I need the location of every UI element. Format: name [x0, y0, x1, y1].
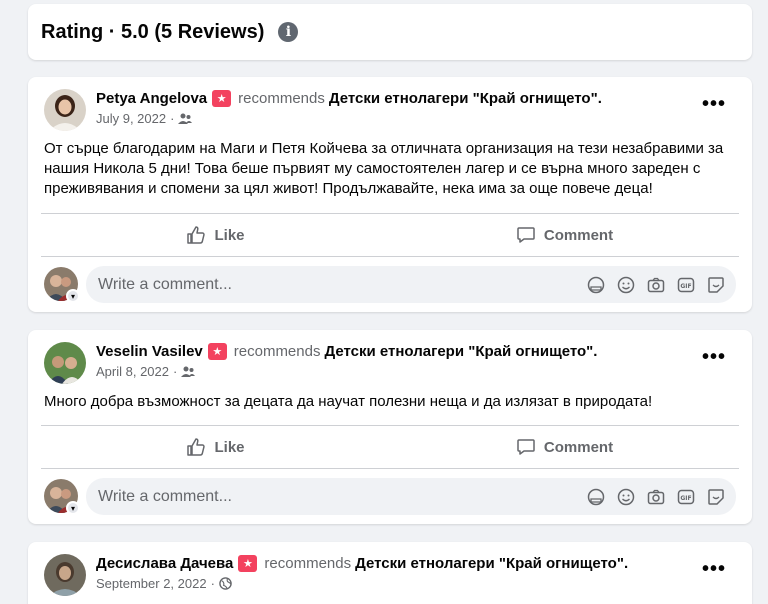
sticker-icon[interactable]: [706, 275, 726, 295]
chevron-down-icon[interactable]: ▾: [66, 501, 80, 515]
comment-label: Comment: [543, 226, 614, 244]
avatar-sticker-icon[interactable]: [586, 487, 606, 507]
action-bar: Like Comment: [41, 214, 739, 256]
review-headline: Десислава Дачева ★ recommends Детски етн…: [96, 555, 628, 572]
page-name-link[interactable]: Детски етнолагери "Край огнището".: [329, 90, 602, 107]
page-name-link[interactable]: Детски етнолагери "Край огнището".: [355, 555, 628, 572]
svg-text:GIF: GIF: [680, 283, 691, 290]
comment-button[interactable]: Comment: [390, 214, 739, 256]
review-meta: September 2, 2022 ·: [96, 576, 232, 591]
comment-label: Comment: [543, 438, 614, 456]
page-name-link[interactable]: Детски етнолагери "Край огнището".: [324, 343, 597, 360]
comment-input[interactable]: Write a comment... GIF: [86, 266, 736, 303]
comment-tools: GIF: [586, 487, 736, 507]
more-options-icon[interactable]: •••: [702, 559, 726, 579]
avatar-sticker-icon[interactable]: [586, 275, 606, 295]
more-options-icon[interactable]: •••: [702, 347, 726, 367]
comment-bubble-icon: [517, 439, 535, 455]
comment-composer: ▾ Write a comment... GIF: [28, 257, 752, 313]
review-headline: Petya Angelova ★ recommends Детски етнол…: [96, 90, 602, 107]
recommend-star-icon: ★: [207, 343, 227, 360]
thumbs-up-icon: [187, 226, 206, 244]
chevron-down-icon[interactable]: ▾: [66, 289, 80, 303]
comment-button[interactable]: Comment: [390, 426, 739, 468]
like-label: Like: [214, 438, 245, 456]
comment-bubble-icon: [517, 227, 535, 243]
rating-header: Rating · 5.0 (5 Reviews) i: [28, 4, 752, 60]
review-headline: Veselin Vasilev ★ recommends Детски етно…: [96, 343, 597, 360]
sticker-icon[interactable]: [706, 487, 726, 507]
comment-input[interactable]: Write a comment... GIF: [86, 478, 736, 515]
camera-icon[interactable]: [646, 275, 666, 295]
review-date[interactable]: September 2, 2022: [96, 576, 207, 591]
review-date[interactable]: April 8, 2022: [96, 364, 169, 379]
recommends-label: recommends: [264, 555, 352, 572]
review-meta: April 8, 2022 ·: [96, 364, 196, 379]
recommend-star-icon: ★: [212, 90, 232, 107]
recommend-star-icon: ★: [238, 555, 258, 572]
avatar[interactable]: [44, 89, 86, 131]
emoji-icon[interactable]: [616, 275, 636, 295]
comment-placeholder[interactable]: Write a comment...: [98, 488, 586, 506]
author-name[interactable]: Veselin Vasilev: [96, 343, 203, 360]
review-date[interactable]: July 9, 2022: [96, 111, 166, 126]
thumbs-up-icon: [187, 438, 206, 456]
friends-icon: [178, 113, 193, 124]
review-text: От сърце благодарим на Маги и Петя Койче…: [44, 140, 724, 197]
review-text: Много добра възможност за децата да науч…: [44, 393, 653, 410]
review-card: Petya Angelova ★ recommends Детски етнол…: [28, 77, 752, 312]
review-card: Veselin Vasilev ★ recommends Детски етно…: [28, 330, 752, 524]
review-header: Десислава Дачева ★ recommends Детски етн…: [28, 542, 752, 604]
recommends-label: recommends: [238, 90, 325, 107]
gif-icon[interactable]: GIF: [676, 275, 696, 295]
gif-icon[interactable]: GIF: [676, 487, 696, 507]
like-button[interactable]: Like: [41, 426, 390, 468]
comment-tools: GIF: [586, 275, 736, 295]
author-name[interactable]: Десислава Дачева: [96, 555, 233, 572]
rating-title: Rating · 5.0 (5 Reviews): [41, 20, 265, 43]
info-icon[interactable]: i: [278, 22, 299, 42]
friends-icon: [181, 366, 196, 377]
more-options-icon[interactable]: •••: [702, 94, 726, 114]
emoji-icon[interactable]: [616, 487, 636, 507]
recommends-label: recommends: [233, 343, 321, 360]
review-meta: July 9, 2022 ·: [96, 111, 193, 126]
camera-icon[interactable]: [646, 487, 666, 507]
comment-placeholder[interactable]: Write a comment...: [98, 276, 586, 294]
globe-icon: [219, 577, 232, 590]
action-bar: Like Comment: [41, 426, 739, 468]
review-header: Petya Angelova ★ recommends Детски етнол…: [28, 77, 752, 139]
review-card: Десислава Дачева ★ recommends Детски етн…: [28, 542, 752, 604]
review-header: Veselin Vasilev ★ recommends Детски етно…: [28, 330, 752, 392]
comment-composer: ▾ Write a comment... GIF: [28, 469, 752, 525]
like-button[interactable]: Like: [41, 214, 390, 256]
avatar[interactable]: [44, 554, 86, 596]
author-name[interactable]: Petya Angelova: [96, 90, 207, 107]
like-label: Like: [214, 226, 245, 244]
svg-text:GIF: GIF: [680, 495, 691, 502]
avatar[interactable]: [44, 342, 86, 384]
